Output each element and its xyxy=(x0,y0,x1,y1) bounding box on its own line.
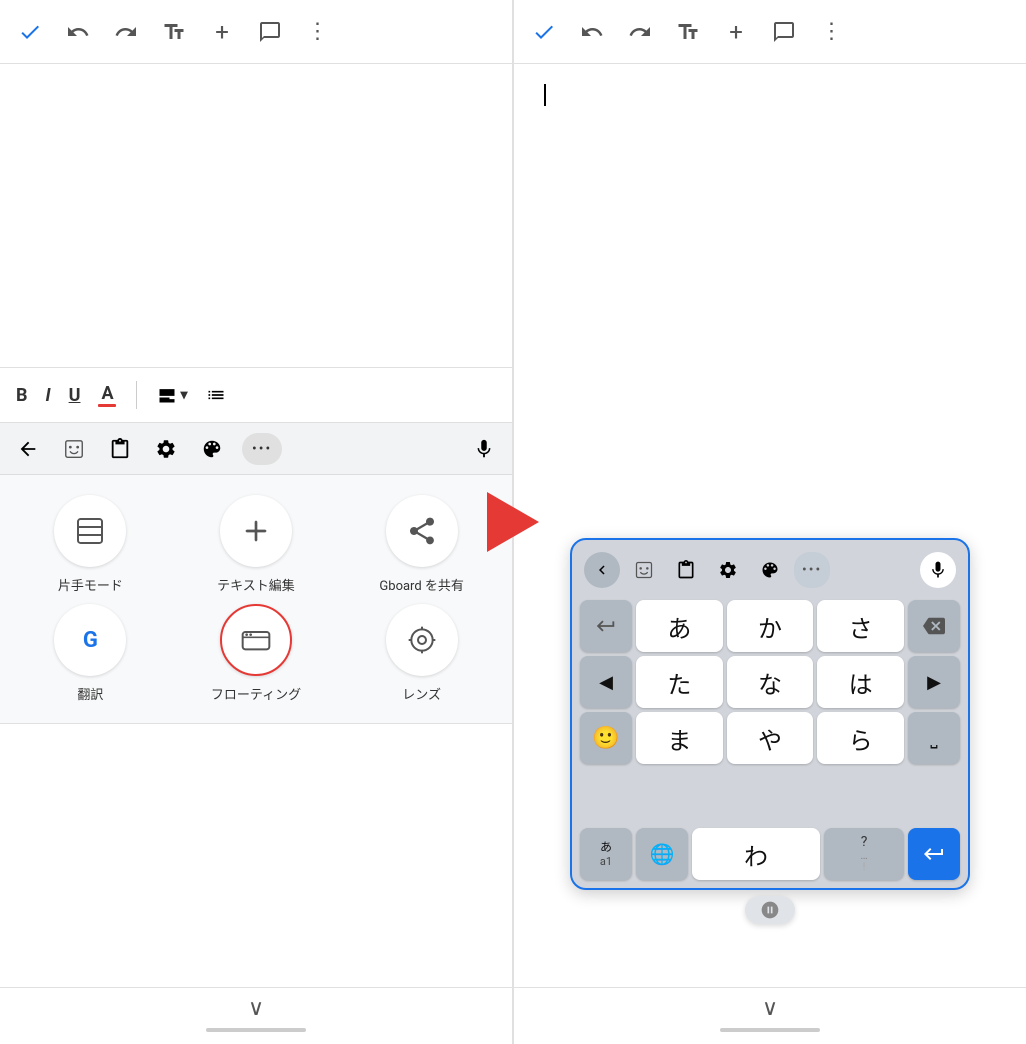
key-ya[interactable]: や xyxy=(727,712,814,764)
key-sa[interactable]: さ xyxy=(817,600,904,652)
menu-grid: 片手モード テキスト編集 Gboard を共有 G 翻訳 フローティング xyxy=(0,475,512,724)
menu-item-translate[interactable]: G 翻訳 xyxy=(10,604,171,703)
fk-theme-button[interactable] xyxy=(752,552,788,588)
key-return-left[interactable] xyxy=(580,600,632,652)
fk-back-button[interactable] xyxy=(584,552,620,588)
text-edit-label: テキスト編集 xyxy=(217,575,295,594)
right-check-button[interactable] xyxy=(530,18,558,46)
kb-back-button[interactable] xyxy=(12,433,44,465)
floating-label: フローティング xyxy=(211,684,301,703)
key-ka[interactable]: か xyxy=(727,600,814,652)
redo-button[interactable] xyxy=(112,18,140,46)
left-bottom-area: ∨ xyxy=(0,987,512,1044)
add-button[interactable]: + xyxy=(208,18,236,46)
floating-keyboard: ••• あ か さ ◀ た な xyxy=(570,538,970,890)
comment-button[interactable] xyxy=(256,18,284,46)
menu-item-share-gboard[interactable]: Gboard を共有 xyxy=(341,495,502,594)
one-hand-label: 片手モード xyxy=(58,575,123,594)
left-chevron-down[interactable]: ∨ xyxy=(248,996,264,1021)
menu-item-floating[interactable]: フローティング xyxy=(176,604,337,703)
transition-arrow xyxy=(487,492,539,552)
fk-settings-button[interactable] xyxy=(710,552,746,588)
format-toolbar: B I U A ▾ xyxy=(0,367,512,423)
italic-button[interactable]: I xyxy=(46,385,51,406)
fk-mic-button[interactable] xyxy=(920,552,956,588)
kb-toolbar: ••• xyxy=(0,423,512,475)
key-ma[interactable]: ま xyxy=(636,712,723,764)
translate-icon: G xyxy=(54,604,126,676)
kana-grid: あ か さ ◀ た な は ▶ 🙂 ま や ら ⎵ xyxy=(580,596,960,824)
key-ra[interactable]: ら xyxy=(817,712,904,764)
key-ha[interactable]: は xyxy=(817,656,904,708)
right-panel: + ⋮ xyxy=(513,0,1026,1044)
undo-button[interactable] xyxy=(64,18,92,46)
text-edit-icon xyxy=(220,495,292,567)
left-doc-area xyxy=(0,64,512,367)
right-doc-area[interactable] xyxy=(514,64,1026,546)
kb-emoji-board-button[interactable] xyxy=(58,433,90,465)
right-add-button[interactable]: + xyxy=(722,18,750,46)
key-aha1[interactable]: あ a1 xyxy=(580,828,632,880)
check-button[interactable] xyxy=(16,18,44,46)
fk-clipboard-button[interactable] xyxy=(668,552,704,588)
menu-item-one-hand[interactable]: 片手モード xyxy=(10,495,171,594)
kb-clipboard-button[interactable] xyxy=(104,433,136,465)
right-undo-button[interactable] xyxy=(578,18,606,46)
text-cursor xyxy=(544,84,546,106)
key-arrow-left[interactable]: ◀ xyxy=(580,656,632,708)
floating-keyboard-wrapper: ••• あ か さ ◀ た な xyxy=(570,538,970,924)
text-format-button[interactable] xyxy=(160,18,188,46)
more-options-button[interactable]: ⋮ xyxy=(304,18,332,46)
fk-emoji-board-button[interactable] xyxy=(626,552,662,588)
left-home-indicator xyxy=(206,1028,306,1032)
right-home-indicator xyxy=(720,1028,820,1032)
divider xyxy=(136,381,137,409)
key-delete[interactable] xyxy=(908,600,960,652)
translate-label: 翻訳 xyxy=(77,684,103,703)
key-enter[interactable] xyxy=(908,828,960,880)
menu-item-text-edit[interactable]: テキスト編集 xyxy=(176,495,337,594)
floating-icon xyxy=(220,604,292,676)
right-bottom-area: ∨ xyxy=(514,987,1026,1044)
right-comment-button[interactable] xyxy=(770,18,798,46)
one-hand-icon xyxy=(54,495,126,567)
key-wa[interactable]: わ xyxy=(692,828,820,880)
lens-label: レンズ xyxy=(402,684,441,703)
drag-handle[interactable] xyxy=(745,896,795,924)
list-button[interactable] xyxy=(206,385,226,405)
align-button[interactable]: ▾ xyxy=(157,385,187,405)
kb-settings-button[interactable] xyxy=(150,433,182,465)
right-redo-button[interactable] xyxy=(626,18,654,46)
text-color-button[interactable]: A xyxy=(98,383,116,407)
right-more-options-button[interactable]: ⋮ xyxy=(818,18,846,46)
right-chevron-down[interactable]: ∨ xyxy=(762,996,778,1021)
key-a[interactable]: あ xyxy=(636,600,723,652)
right-top-toolbar: + ⋮ xyxy=(514,0,1026,64)
fk-more-button[interactable]: ••• xyxy=(794,552,830,588)
share-gboard-label: Gboard を共有 xyxy=(379,575,463,594)
fk-bottom-row: あ a1 🌐 わ ? … ! xyxy=(580,824,960,880)
share-gboard-icon xyxy=(386,495,458,567)
lens-icon xyxy=(386,604,458,676)
right-text-format-button[interactable] xyxy=(674,18,702,46)
key-ta[interactable]: た xyxy=(636,656,723,708)
kb-more-button[interactable]: ••• xyxy=(242,433,282,465)
kb-theme-button[interactable] xyxy=(196,433,228,465)
color-indicator xyxy=(98,404,116,407)
left-panel: + ⋮ B I U A ▾ xyxy=(0,0,513,1044)
key-emoji[interactable]: 🙂 xyxy=(580,712,632,764)
key-arrow-right[interactable]: ▶ xyxy=(908,656,960,708)
key-space[interactable]: ⎵ xyxy=(908,712,960,764)
key-na[interactable]: な xyxy=(727,656,814,708)
kb-mic-button[interactable] xyxy=(468,433,500,465)
bold-button[interactable]: B xyxy=(16,385,28,406)
underline-button[interactable]: U xyxy=(69,385,81,406)
key-punctuation[interactable]: ? … ! xyxy=(824,828,904,880)
fk-topbar: ••• xyxy=(580,548,960,596)
left-top-toolbar: + ⋮ xyxy=(0,0,512,64)
menu-item-lens[interactable]: レンズ xyxy=(341,604,502,703)
key-globe[interactable]: 🌐 xyxy=(636,828,688,880)
